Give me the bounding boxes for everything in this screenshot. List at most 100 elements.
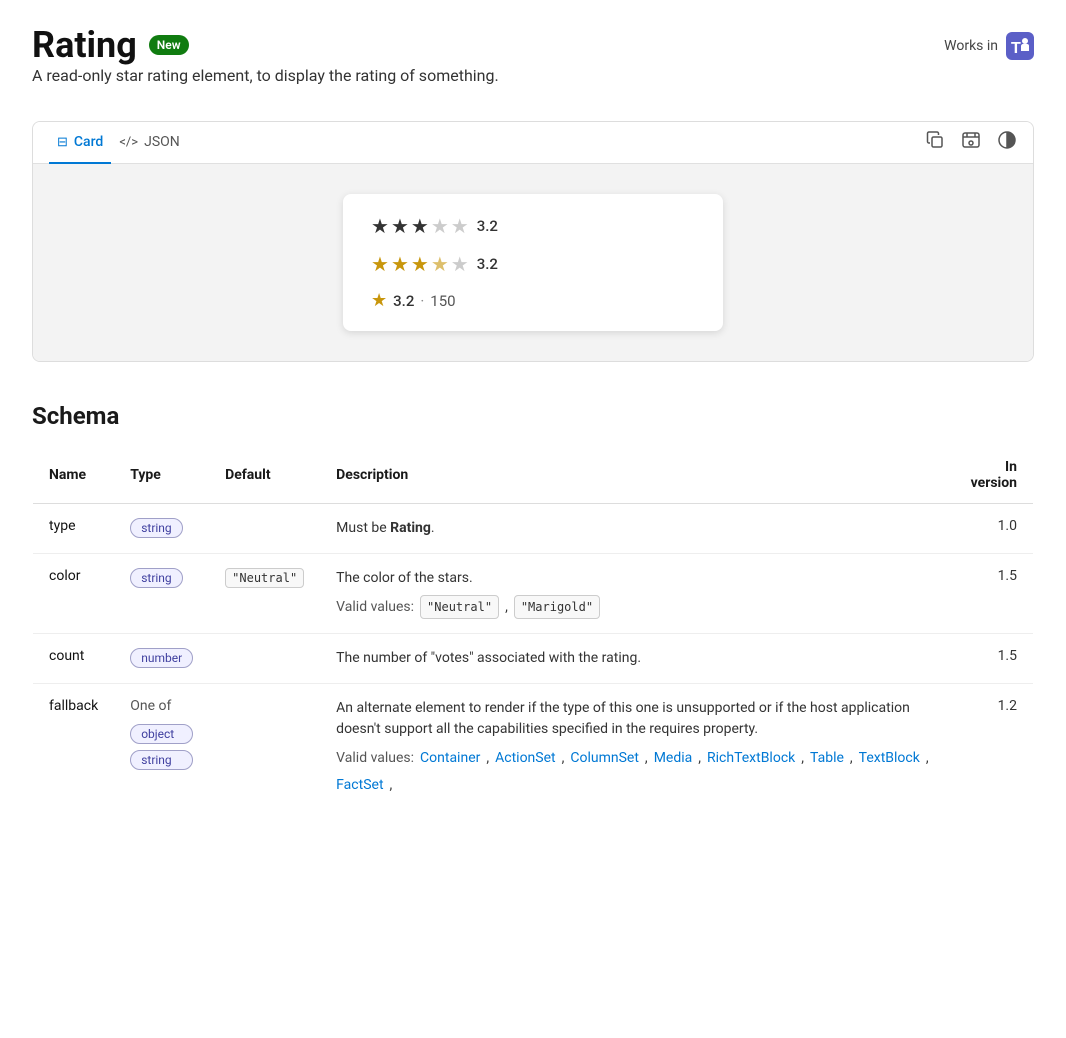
rating-value-neutral: 3.2	[477, 217, 498, 235]
rating-row-neutral: ★ ★ ★ ★ ★ 3.2	[371, 214, 695, 238]
val-marigold: "Marigold"	[514, 595, 600, 619]
val-columnset[interactable]: ColumnSet	[570, 748, 639, 769]
rating-row-compact: ★ 3.2 · 150	[371, 290, 695, 311]
oneof-label: One of	[130, 698, 193, 714]
schema-header-row: Name Type Default Description In version	[33, 447, 1034, 504]
col-default: Default	[209, 447, 320, 504]
row-version-fallback: 1.2	[946, 684, 1033, 811]
stars-gold: ★ ★ ★ ★ ★	[371, 252, 469, 276]
val-neutral: "Neutral"	[420, 595, 499, 619]
teams-icon: T	[1006, 32, 1034, 60]
preview-icon[interactable]	[961, 130, 981, 155]
works-in-label: Works in	[944, 38, 998, 54]
star-1: ★	[371, 214, 389, 238]
gold-star-4: ★	[431, 252, 449, 276]
schema-section: Schema Name Type Default Description In …	[32, 402, 1034, 811]
compact-value: 3.2	[393, 292, 414, 310]
stars-neutral: ★ ★ ★ ★ ★	[371, 214, 469, 238]
page-title: Rating	[32, 24, 137, 66]
star-3: ★	[411, 214, 429, 238]
row-default-color: "Neutral"	[209, 554, 320, 634]
row-desc-fallback: An alternate element to render if the ty…	[320, 684, 946, 811]
val-media[interactable]: Media	[654, 748, 693, 769]
row-version-count: 1.5	[946, 634, 1033, 684]
valid-label-fallback: Valid values:	[336, 748, 414, 769]
dot-separator: ·	[420, 292, 424, 310]
type-badge-string-color: string	[130, 568, 182, 588]
row-type-type: string	[114, 504, 209, 554]
row-name-count: count	[33, 634, 115, 684]
tab-json[interactable]: </> JSON	[111, 122, 187, 164]
rating-value-gold: 3.2	[477, 255, 498, 273]
comma4: ,	[698, 748, 701, 769]
row-default-fallback	[209, 684, 320, 811]
col-name: Name	[33, 447, 115, 504]
row-default-count	[209, 634, 320, 684]
svg-text:T: T	[1011, 40, 1021, 57]
row-type-fallback: One of object string	[114, 684, 209, 811]
row-desc-count: The number of "votes" associated with th…	[320, 634, 946, 684]
fallback-desc-text: An alternate element to render if the ty…	[336, 698, 930, 740]
comma3: ,	[645, 748, 648, 769]
toolbar-icons	[925, 130, 1017, 155]
type-badge-object: object	[130, 724, 193, 744]
gold-star-2: ★	[391, 252, 409, 276]
comma1: ,	[486, 748, 489, 769]
val-table[interactable]: Table	[810, 748, 844, 769]
star-5: ★	[451, 214, 469, 238]
comma5: ,	[801, 748, 804, 769]
val-container[interactable]: Container	[420, 748, 480, 769]
tab-json-label: JSON	[144, 134, 180, 150]
type-badge-string-fallback: string	[130, 750, 193, 770]
row-version-type: 1.0	[946, 504, 1033, 554]
copy-icon[interactable]	[925, 130, 945, 155]
row-type-count: number	[114, 634, 209, 684]
valid-label-color: Valid values:	[336, 597, 414, 618]
gold-star-5: ★	[451, 252, 469, 276]
row-desc-color: The color of the stars. Valid values: "N…	[320, 554, 946, 634]
tabs-bar: ⊟ Card </> JSON	[33, 122, 1033, 164]
valid-values-fallback: Valid values: Container, ActionSet, Colu…	[336, 748, 930, 796]
bold-rating: Rating	[390, 520, 431, 536]
table-row: color string "Neutral" The color of the …	[33, 554, 1034, 634]
tab-card[interactable]: ⊟ Card	[49, 122, 111, 164]
rating-row-gold: ★ ★ ★ ★ ★ 3.2	[371, 252, 695, 276]
title-row: Rating New	[32, 24, 499, 66]
star-2: ★	[391, 214, 409, 238]
comma7: ,	[926, 748, 929, 769]
schema-table: Name Type Default Description In version…	[32, 446, 1034, 811]
row-version-color: 1.5	[946, 554, 1033, 634]
star-4: ★	[431, 214, 449, 238]
val-richtextblock[interactable]: RichTextBlock	[707, 748, 795, 769]
theme-toggle-icon[interactable]	[997, 130, 1017, 155]
comma8: ,	[390, 775, 393, 796]
new-badge: New	[149, 35, 189, 55]
val-actionset[interactable]: ActionSet	[495, 748, 555, 769]
json-tab-icon: </>	[119, 135, 138, 150]
compact-star: ★	[371, 290, 387, 311]
col-type: Type	[114, 447, 209, 504]
type-badge-string: string	[130, 518, 182, 538]
works-in-section: Works in T	[944, 32, 1034, 60]
card-preview-area: ★ ★ ★ ★ ★ 3.2 ★ ★ ★ ★ ★ 3.2	[33, 164, 1033, 361]
gold-star-3: ★	[411, 252, 429, 276]
val-factset[interactable]: FactSet	[336, 775, 383, 796]
card-widget: ★ ★ ★ ★ ★ 3.2 ★ ★ ★ ★ ★ 3.2	[343, 194, 723, 331]
table-row: type string Must be Rating. 1.0	[33, 504, 1034, 554]
row-default-type	[209, 504, 320, 554]
row-name-color: color	[33, 554, 115, 634]
type-badge-number: number	[130, 648, 193, 668]
val-textblock[interactable]: TextBlock	[859, 748, 920, 769]
row-desc-type: Must be Rating.	[320, 504, 946, 554]
valid-values-color: Valid values: "Neutral" , "Marigold"	[336, 595, 930, 619]
page-subtitle: A read-only star rating element, to disp…	[32, 66, 499, 85]
col-version: In version	[946, 447, 1033, 504]
table-row: fallback One of object string An alterna…	[33, 684, 1034, 811]
default-neutral: "Neutral"	[225, 568, 304, 588]
card-tab-icon: ⊟	[57, 135, 68, 150]
color-desc-text: The color of the stars.	[336, 568, 930, 589]
oneof-type: One of object string	[130, 698, 193, 770]
row-type-color: string	[114, 554, 209, 634]
comma6: ,	[850, 748, 853, 769]
row-name-type: type	[33, 504, 115, 554]
